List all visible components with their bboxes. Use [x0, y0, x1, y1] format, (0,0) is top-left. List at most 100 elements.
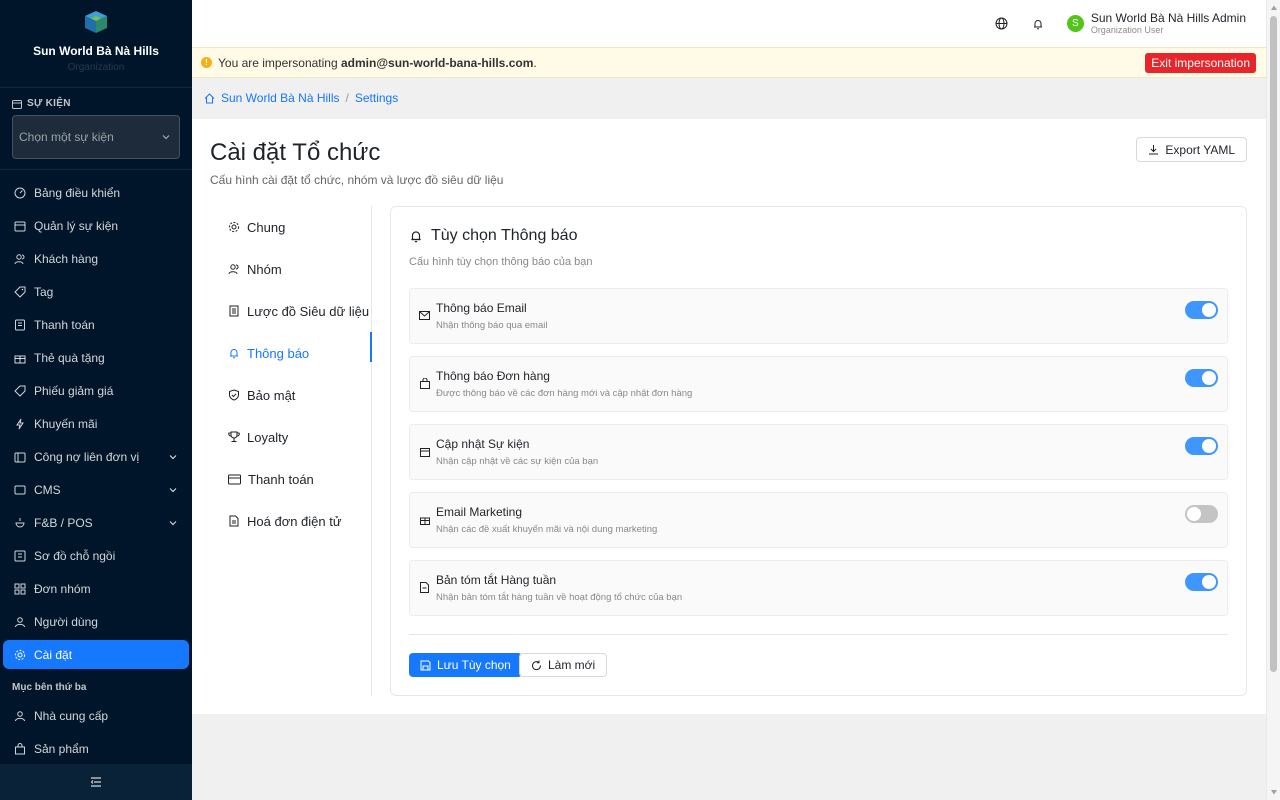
settings-tab-teams[interactable]: Nhóm: [210, 248, 371, 290]
gear-icon: [13, 648, 27, 662]
exit-impersonation-button[interactable]: Exit impersonation: [1145, 52, 1256, 73]
sidebar-item-label: Công nợ liên đơn vị: [34, 449, 140, 464]
sidebar-item-cms[interactable]: CMS: [0, 473, 192, 506]
sidebar-item-label: Bảng điều khiển: [34, 185, 121, 200]
invoice-icon: [229, 515, 239, 527]
user-role: Organization User: [1090, 25, 1164, 35]
users-icon: [13, 252, 27, 266]
ledger-icon: [13, 450, 27, 464]
settings-tab-label: Thông báo: [247, 345, 310, 361]
sidebar-item-dashboard[interactable]: Bảng điều khiển: [0, 176, 192, 209]
user-icon: [13, 709, 27, 723]
sidebar-item-label: Người dùng: [34, 614, 98, 629]
notification-preferences-card: Tùy chọn Thông báo Cấu hình tùy chọn thô…: [390, 206, 1247, 696]
shopping-bag-icon: [13, 742, 27, 756]
settings-tab-payments[interactable]: Thanh toán: [210, 458, 371, 500]
sidebar-item-label: Thẻ quà tặng: [34, 350, 105, 365]
sidebar-item-label: Đơn nhóm: [34, 581, 91, 596]
settings-tab-label: Thanh toán: [248, 471, 314, 487]
scroll-up-icon[interactable]: [1270, 4, 1278, 12]
coupon-icon: [13, 384, 27, 398]
sidebar-item-products[interactable]: Sản phẩm: [0, 732, 192, 765]
tag-icon: [13, 285, 27, 299]
sidebar-item-label: CMS: [34, 482, 61, 497]
order-notifications-toggle[interactable]: [1185, 369, 1218, 387]
brand-logo-icon: [85, 11, 107, 33]
warning-icon: !: [201, 57, 212, 68]
trophy-icon: [228, 431, 240, 442]
chevron-down-icon: [169, 520, 177, 525]
credit-card-icon: [228, 474, 241, 484]
sidebar-item-tag[interactable]: Tag: [0, 275, 192, 308]
receipt-icon: [13, 318, 27, 332]
email-notifications-toggle[interactable]: [1185, 301, 1218, 319]
chevron-down-icon: [169, 454, 177, 459]
settings-tab-metadata-schema[interactable]: Lược đồ Siêu dữ liệu: [210, 290, 371, 332]
settings-tab-general[interactable]: Chung: [210, 206, 371, 248]
weekly-digest-toggle[interactable]: [1185, 573, 1218, 591]
event-select-placeholder: Chọn một sự kiện: [19, 130, 114, 144]
event-heading: SỰ KIỆN: [12, 98, 180, 109]
bell-icon: [230, 349, 238, 359]
save-preferences-label: Lưu Tùy chọn: [437, 658, 511, 672]
page-title: Cài đặt Tổ chức: [210, 139, 381, 166]
sidebar-item-coupons[interactable]: Phiếu giảm giá: [0, 374, 192, 407]
home-icon[interactable]: [204, 92, 215, 104]
sidebar-nav: Bảng điều khiển Quản lý sự kiện Khách hà…: [0, 170, 192, 669]
sidebar-item-seat-map[interactable]: Sơ đồ chỗ ngồi: [0, 539, 192, 572]
bell-icon[interactable]: [1031, 17, 1045, 31]
sidebar-item-label: Khách hàng: [34, 251, 99, 266]
schema-icon: [229, 305, 239, 317]
reset-label: Làm mới: [548, 658, 596, 672]
settings-tab-notifications[interactable]: Thông báo: [210, 332, 372, 374]
breadcrumb-current[interactable]: Settings: [355, 91, 398, 105]
cms-icon: [13, 483, 27, 497]
group-order-icon: [13, 582, 27, 596]
sidebar-item-inter-unit-debt[interactable]: Công nợ liên đơn vị: [0, 440, 192, 473]
scrollbar[interactable]: [1266, 0, 1280, 800]
settings-tab-loyalty[interactable]: Loyalty: [210, 416, 371, 458]
event-updates-toggle[interactable]: [1185, 437, 1218, 455]
sidebar-item-label: Nhà cung cấp: [34, 708, 109, 723]
event-select[interactable]: Chọn một sự kiện: [12, 115, 180, 159]
option-title: Cập nhật Sự kiện: [436, 437, 530, 451]
scrollbar-thumb[interactable]: [1270, 16, 1277, 672]
scroll-down-icon[interactable]: [1270, 788, 1278, 796]
option-email-marketing: Email Marketing Nhận các đề xuất khuyến …: [409, 492, 1228, 548]
sidebar-item-group-orders[interactable]: Đơn nhóm: [0, 572, 192, 605]
globe-icon[interactable]: [995, 17, 1009, 31]
breadcrumb-home[interactable]: Sun World Bà Nà Hills: [221, 91, 340, 105]
sidebar-collapse-button[interactable]: [0, 764, 192, 800]
export-yaml-button[interactable]: Export YAML: [1136, 137, 1247, 162]
user-icon: [13, 615, 27, 629]
sidebar-item-events[interactable]: Quản lý sự kiện: [0, 209, 192, 242]
sidebar-third-party-nav: Nhà cung cấp Sản phẩm: [0, 699, 192, 765]
flash-icon: [13, 417, 27, 431]
sidebar-item-users[interactable]: Người dùng: [0, 605, 192, 638]
sidebar-item-fnb-pos[interactable]: F&B / POS: [0, 506, 192, 539]
settings-tab-label: Nhóm: [247, 261, 282, 277]
sidebar-item-gift-cards[interactable]: Thẻ quà tặng: [0, 341, 192, 374]
sidebar-item-settings[interactable]: Cài đặt: [3, 640, 189, 669]
sidebar-item-customers[interactable]: Khách hàng: [0, 242, 192, 275]
avatar: S: [1066, 15, 1084, 32]
reload-icon: [532, 660, 542, 670]
mail-icon: [418, 309, 431, 322]
brand[interactable]: Sun World Bà Nà Hills Organization: [0, 0, 192, 88]
save-preferences-button[interactable]: Lưu Tùy chọn: [409, 653, 522, 677]
gift-icon: [13, 351, 27, 365]
settings-tab-e-invoice[interactable]: Hoá đơn điện tử: [210, 500, 371, 542]
card-subtitle: Cấu hình tùy chọn thông báo của bạn: [409, 256, 593, 268]
sidebar-item-suppliers[interactable]: Nhà cung cấp: [0, 699, 192, 732]
sidebar-item-label: Quản lý sự kiện: [34, 218, 119, 233]
settings-tab-security[interactable]: Bảo mật: [210, 374, 371, 416]
sidebar-item-payments[interactable]: Thanh toán: [0, 308, 192, 341]
save-icon: [420, 660, 431, 670]
sidebar-group-third-party: Mục bên thứ ba: [12, 682, 87, 693]
team-icon: [228, 264, 239, 275]
option-title: Thông báo Đơn hàng: [436, 369, 550, 383]
user-menu[interactable]: S Sun World Bà Nà Hills Admin Organizati…: [1066, 12, 1246, 35]
reset-button[interactable]: Làm mới: [519, 653, 608, 677]
email-marketing-toggle[interactable]: [1185, 505, 1218, 523]
sidebar-item-promotions[interactable]: Khuyến mãi: [0, 407, 192, 440]
